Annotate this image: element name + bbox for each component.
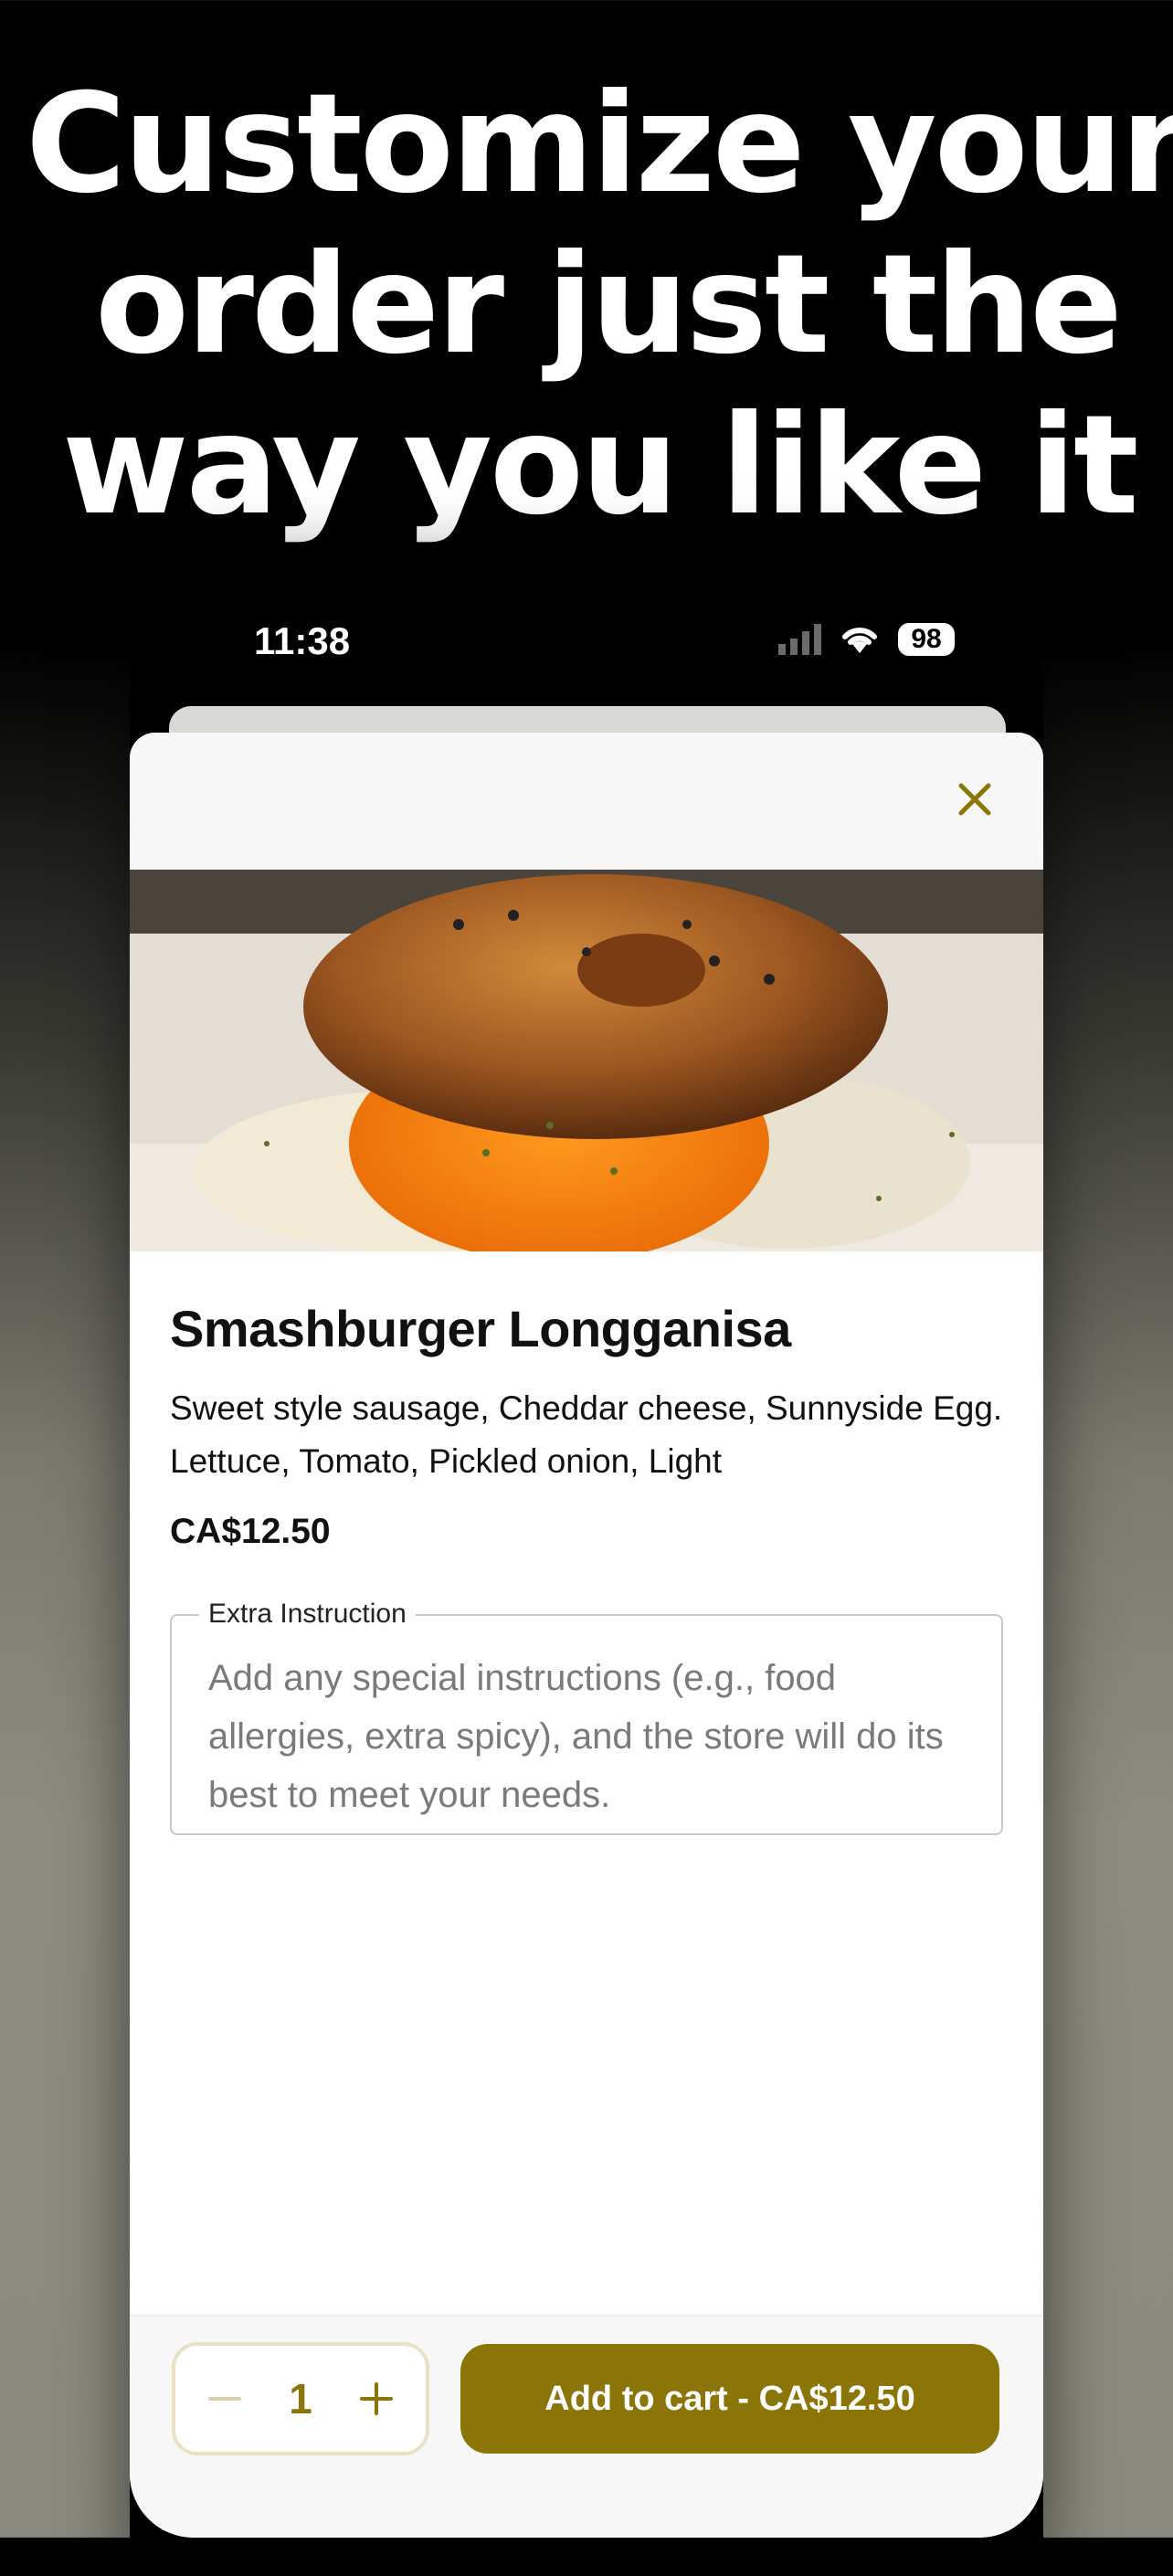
battery-indicator: 98 bbox=[898, 623, 955, 656]
signal-icon bbox=[778, 624, 821, 655]
increment-button[interactable] bbox=[349, 2371, 404, 2426]
wifi-icon bbox=[842, 628, 877, 653]
extra-instruction-label: Extra Instruction bbox=[199, 1599, 416, 1630]
plus-icon bbox=[360, 2382, 393, 2415]
item-title: Smashburger Longganisa bbox=[170, 1300, 791, 1357]
status-icons: 98 bbox=[778, 623, 955, 656]
item-price: CA$12.50 bbox=[170, 1512, 331, 1551]
item-description: Sweet style sausage, Cheddar cheese, Sun… bbox=[170, 1389, 1003, 1480]
minus-icon bbox=[208, 2397, 241, 2401]
item-image bbox=[130, 870, 1043, 1251]
headline-line-2: order just the bbox=[95, 226, 1123, 385]
headline-line-3: way you like it bbox=[62, 386, 1139, 545]
headline-line-1: Customize your bbox=[26, 65, 1173, 224]
extra-instruction-placeholder[interactable]: Add any special instructions (e.g., food… bbox=[208, 1649, 965, 1824]
decrement-button[interactable] bbox=[197, 2371, 252, 2426]
quantity-stepper: 1 bbox=[172, 2342, 429, 2455]
extra-instruction-field[interactable]: Extra Instruction Add any special instru… bbox=[170, 1599, 1003, 1835]
sheet-header bbox=[130, 733, 1043, 870]
quantity-value: 1 bbox=[289, 2375, 312, 2423]
cart-footer: 1 Add to cart - CA$12.50 bbox=[130, 2315, 1043, 2538]
item-detail-sheet: Smashburger Longganisa Sweet style sausa… bbox=[130, 733, 1043, 2538]
marketing-headline: Customize your order just the way you li… bbox=[0, 64, 1173, 546]
item-content: Smashburger Longganisa Sweet style sausa… bbox=[130, 1299, 1043, 1835]
close-icon[interactable] bbox=[952, 776, 998, 822]
add-to-cart-button[interactable]: Add to cart - CA$12.50 bbox=[460, 2344, 999, 2454]
status-time: 11:38 bbox=[254, 619, 351, 662]
